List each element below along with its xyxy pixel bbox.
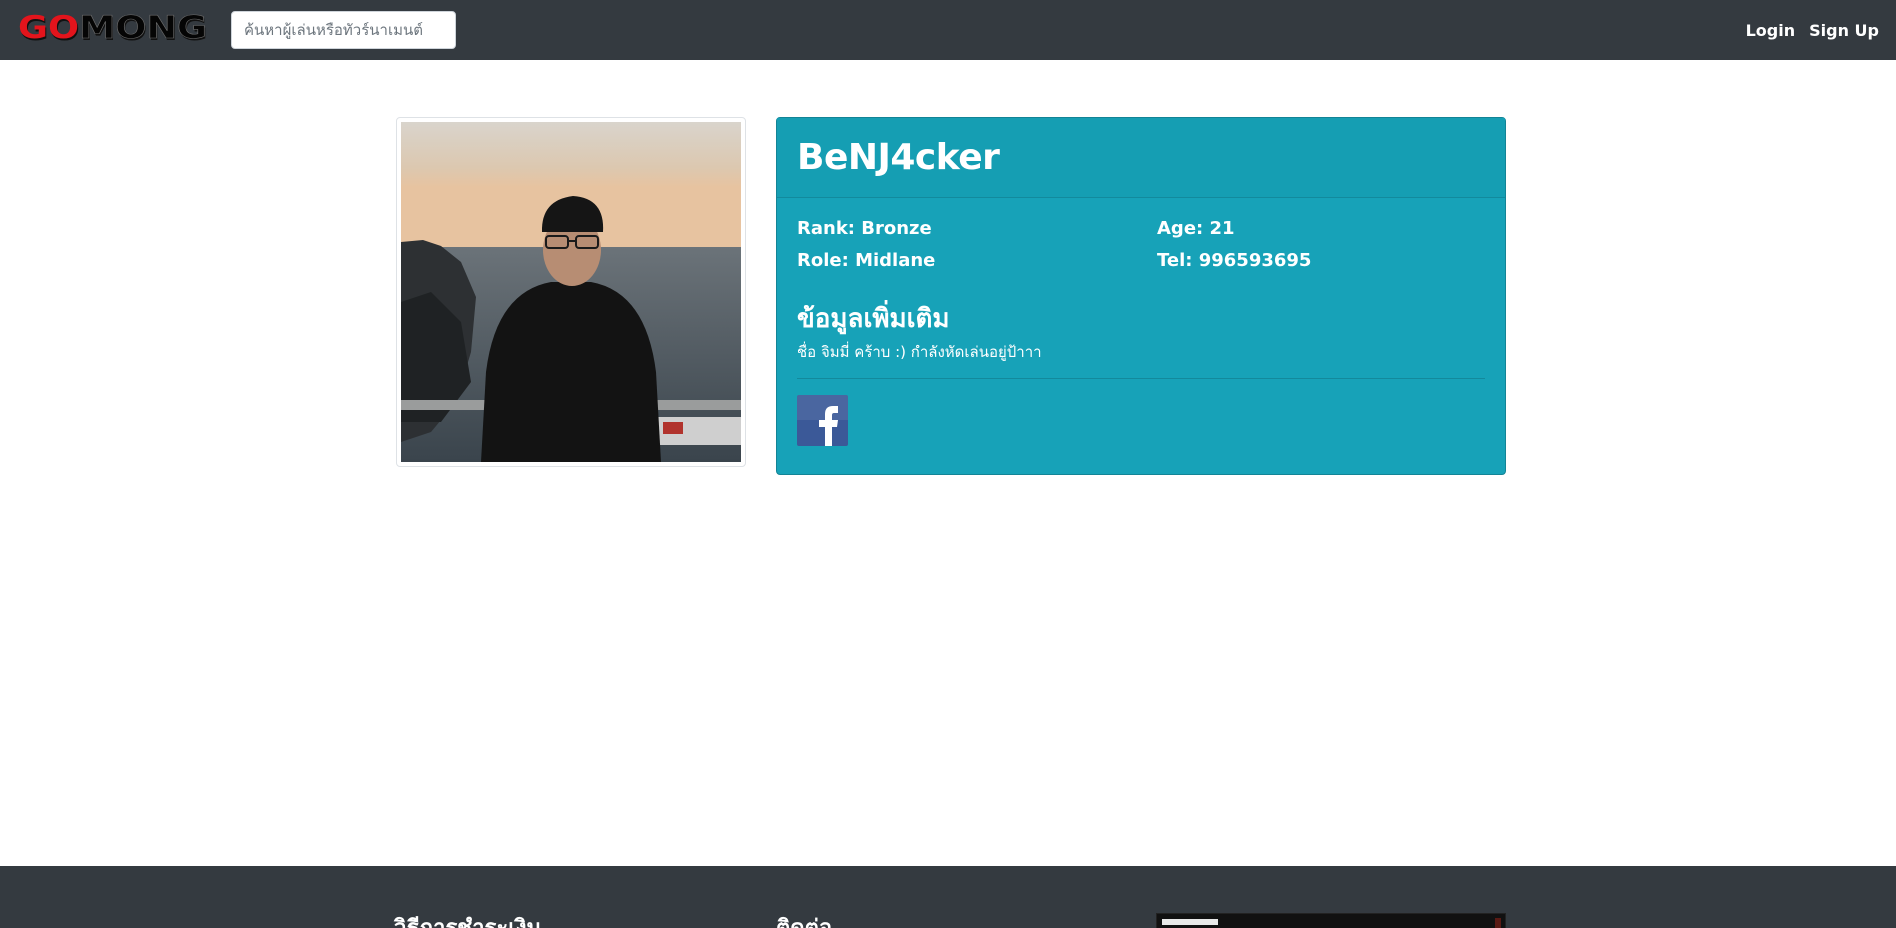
age-stat: Age: 21: [1157, 218, 1235, 239]
footer: วิธีการชำระเงิน ติดต่อ: [0, 866, 1896, 928]
media-edge: [1495, 918, 1501, 928]
profile-photo-frame: [396, 117, 746, 467]
footer-contact-heading: ติดต่อ: [776, 910, 832, 928]
media-progress-bar: [1162, 919, 1218, 925]
profile-card-body: Rank: Bronze Age: 21 Role: Midlane Tel: …: [777, 198, 1505, 446]
site-logo[interactable]: GOMONG GO MONG: [18, 10, 208, 48]
about-text: ชื่อ จิมมี่ คร้าบ :) กำลังหัดเล่นอยู่ป้า…: [797, 343, 1042, 361]
tel-stat: Tel: 996593695: [1157, 250, 1312, 271]
nav-links: Login Sign Up: [1746, 0, 1879, 60]
profile-photo: [401, 122, 741, 462]
footer-payment-heading: วิธีการชำระเงิน: [394, 910, 542, 928]
facebook-icon[interactable]: [797, 395, 848, 446]
footer-media-embed[interactable]: [1156, 913, 1506, 928]
more-info-heading: ข้อมูลเพิ่มเติม: [797, 304, 950, 334]
card-divider: [797, 378, 1485, 379]
profile-card-header: BeNJ4cker: [777, 118, 1505, 198]
profile-card: BeNJ4cker Rank: Bronze Age: 21 Role: Mid…: [776, 117, 1506, 475]
logo-wordmark: GO MONG: [19, 13, 207, 45]
player-stats: Rank: Bronze Age: 21 Role: Midlane Tel: …: [797, 218, 1485, 272]
rank-stat: Rank: Bronze: [797, 218, 932, 239]
login-link[interactable]: Login: [1746, 21, 1796, 40]
search-input[interactable]: [231, 11, 456, 49]
signup-link[interactable]: Sign Up: [1809, 21, 1879, 40]
navbar: GOMONG GOMONG Login Sign Up: [0, 0, 1896, 60]
player-name: BeNJ4cker: [797, 137, 1000, 178]
role-stat: Role: Midlane: [797, 250, 936, 271]
